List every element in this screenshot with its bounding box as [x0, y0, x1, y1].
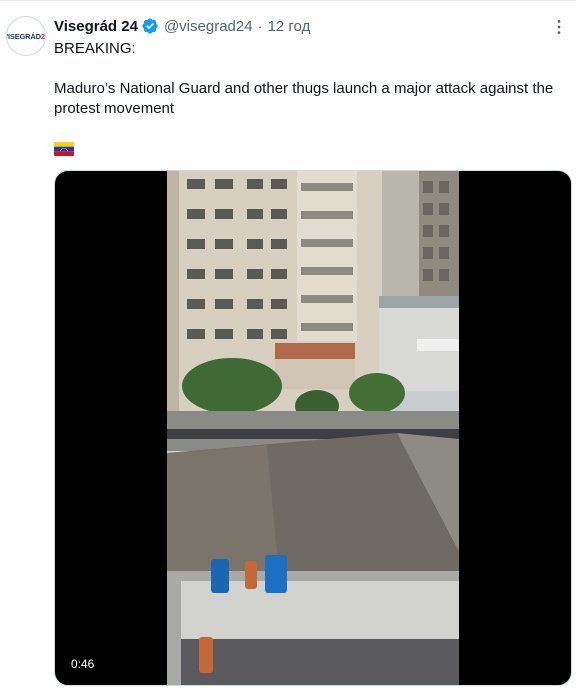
tweet-text-line-breaking: BREAKING:	[54, 40, 136, 57]
verified-badge-icon	[142, 18, 158, 34]
author-handle[interactable]: @visegrad24	[164, 18, 253, 35]
timestamp[interactable]: 12 год	[268, 18, 311, 35]
author-name[interactable]: Visegrád 24	[54, 18, 138, 35]
more-options-icon[interactable]	[548, 16, 570, 38]
tweet-text: BREAKING: Maduro’s National Guard and ot…	[54, 39, 564, 119]
tweet-text-body: Maduro’s National Guard and other thugs …	[54, 80, 554, 117]
video-duration: 0:46	[67, 655, 99, 673]
venezuela-flag-icon	[54, 142, 74, 156]
video-frame	[167, 171, 459, 685]
top-divider	[0, 0, 576, 1]
avatar[interactable]: VISEGRÁD24	[6, 16, 46, 56]
tweet-header: Visegrád 24 @visegrad24 · 12 год	[54, 15, 310, 37]
avatar-logo-text: VISEGRÁD24	[6, 31, 45, 41]
separator-dot: ·	[257, 17, 263, 35]
video-player[interactable]: 0:46	[54, 170, 572, 686]
